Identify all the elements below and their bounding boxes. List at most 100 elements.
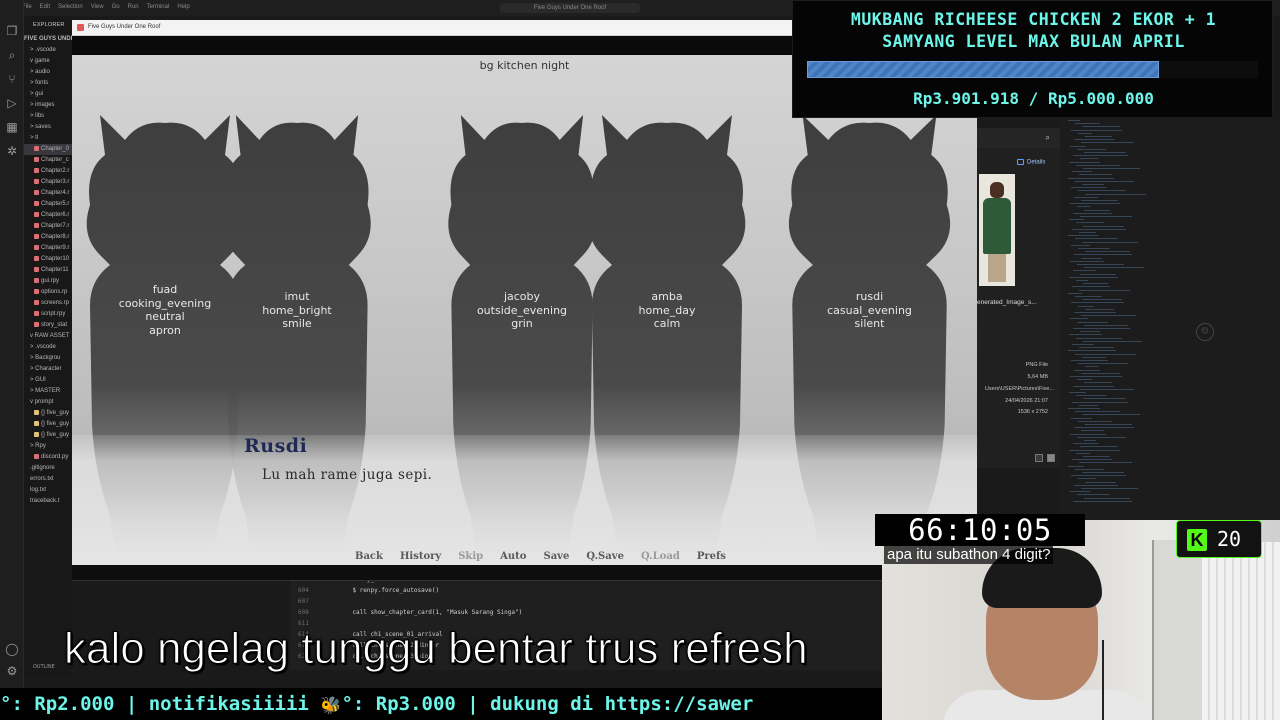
character-label-line: smile [282, 317, 312, 330]
quick-menu-auto[interactable]: Auto [500, 551, 526, 562]
code-minimap[interactable] [1060, 120, 1280, 520]
minimap-line [1084, 382, 1112, 384]
minimap-line [1078, 363, 1128, 365]
file-tree-item[interactable]: > Backgrou [24, 353, 72, 364]
file-tree-item[interactable]: Chapter7.r [24, 221, 72, 232]
quick-menu-qsave[interactable]: Q.Save [586, 551, 624, 562]
file-tree-item[interactable]: {} five_guy [24, 430, 72, 441]
file-tree-item[interactable]: .gitignore [24, 463, 72, 474]
minimap-line [1073, 328, 1130, 329]
file-tree-item[interactable]: > tl [24, 133, 72, 144]
file-tree-item[interactable]: Chapter4.r [24, 188, 72, 199]
file-tree-item[interactable]: > .vscode [24, 45, 72, 56]
menu-item-go[interactable]: Go [112, 4, 120, 10]
file-tree-item[interactable]: > MASTER [24, 386, 72, 397]
file-tree-item[interactable]: discord.py [24, 452, 72, 463]
menu-item-help[interactable]: Help [177, 4, 189, 10]
game-scene[interactable]: bg kitchen night fuad cooking_evening neut… [72, 55, 977, 565]
account-icon[interactable]: ◯ [5, 642, 19, 656]
image-thumbnail[interactable] [979, 174, 1015, 286]
file-tree-label: screens.rp [41, 300, 70, 306]
menu-item-view[interactable]: View [91, 4, 104, 10]
file-type-icon [34, 431, 39, 437]
file-tree-item[interactable]: Chapter2.r [24, 166, 72, 177]
view-mode-button-active[interactable] [1047, 454, 1055, 462]
file-tree-label: > saves [30, 124, 51, 130]
file-tree-item[interactable]: errors.txt [24, 474, 72, 485]
minimap-line [1081, 430, 1104, 432]
file-tree-item[interactable]: Chapter8.r [24, 232, 72, 243]
menu-item-edit[interactable]: Edit [40, 4, 50, 10]
file-tree-item[interactable]: > GUI [24, 375, 72, 386]
character-label-line: grin [511, 317, 533, 330]
file-tree-item[interactable]: traceback.t [24, 496, 72, 507]
file-tree-item[interactable]: Chapter11 [24, 265, 72, 276]
minimap-line [1076, 395, 1106, 397]
file-tree-item[interactable]: > libs [24, 111, 72, 122]
file-tree-item[interactable]: v game [24, 56, 72, 67]
file-tree-item[interactable]: FIVE GUYS UNDE [24, 34, 72, 45]
file-tree-item[interactable]: Chapter_0 [24, 144, 72, 155]
goal-title-line1: MUKBANG RICHEESE CHICKEN 2 EKOR + 1 [850, 10, 1217, 29]
file-tree-item[interactable]: options.rp [24, 287, 72, 298]
file-type-icon [34, 420, 39, 426]
file-tree-label: Chapter10 [41, 256, 70, 262]
file-tree-item[interactable]: > .vscode [24, 342, 72, 353]
file-tree-item[interactable]: > gui [24, 89, 72, 100]
file-tree-item[interactable]: v RAW ASSET [24, 331, 72, 342]
quick-menu-qload[interactable]: Q.Load [641, 551, 680, 562]
file-tree-item[interactable]: log.txt [24, 485, 72, 496]
file-tree-item[interactable]: > images [24, 100, 72, 111]
game-window-titlebar[interactable]: Five Guys Under One Roof [72, 20, 792, 36]
minimap-line [1081, 257, 1102, 259]
file-tree-item[interactable]: story_stat [24, 320, 72, 331]
details-toggle[interactable]: Details [1017, 159, 1045, 166]
manage-gear-icon[interactable]: ⚙ [5, 664, 19, 678]
minimap-line [1077, 148, 1106, 150]
file-tree-item[interactable]: Chapter_c [24, 155, 72, 166]
quick-menu-back[interactable]: Back [355, 551, 383, 562]
dialogue-box[interactable]: Rusdi Lu mah rame juga sepi. [72, 435, 977, 565]
file-tree-item[interactable]: > audio [24, 67, 72, 78]
extensions-icon[interactable]: ▦ [5, 120, 19, 134]
file-tree-item[interactable]: gui.rpy [24, 276, 72, 287]
file-tree-label: gui.rpy [41, 278, 60, 284]
search-icon[interactable]: ⌕ [1046, 133, 1050, 143]
file-tree-item[interactable]: script.rpy [24, 309, 72, 320]
file-tree-item[interactable]: screens.rp [24, 298, 72, 309]
code-line[interactable]: $ renpy.force_autosave() [338, 587, 439, 594]
quick-menu-prefs[interactable]: Prefs [697, 551, 726, 562]
file-tree-item[interactable]: v prompt [24, 397, 72, 408]
files-icon[interactable]: ❐ [5, 24, 19, 38]
menu-item-run[interactable]: Run [128, 4, 139, 10]
quick-menu-save[interactable]: Save [543, 551, 569, 562]
file-tree-item[interactable]: Chapter3.r [24, 177, 72, 188]
run-debug-icon[interactable]: ▷ [5, 96, 19, 110]
file-tree-item[interactable]: Chapter9.r [24, 243, 72, 254]
file-tree-item[interactable]: > Rpy [24, 441, 72, 452]
file-tree-item[interactable]: Chapter6.r [24, 210, 72, 221]
vscode-command-search[interactable]: Five Guys Under One Roof [500, 3, 640, 13]
file-type-icon [34, 200, 39, 206]
source-control-icon[interactable]: ⑂ [5, 72, 19, 86]
quick-menu-history[interactable]: History [400, 551, 441, 562]
minimap-line [1078, 478, 1096, 480]
file-tree-item[interactable]: {} five_guy [24, 419, 72, 430]
minimap-line [1069, 219, 1084, 221]
file-tree-item[interactable]: {} five_guy [24, 408, 72, 419]
quick-menu-skip[interactable]: Skip [458, 551, 483, 562]
minimap-line [1083, 340, 1142, 342]
menu-item-terminal[interactable]: Terminal [147, 4, 170, 10]
file-tree-item[interactable]: > fonts [24, 78, 72, 89]
view-mode-button[interactable] [1035, 454, 1043, 462]
minimap-line [1085, 251, 1130, 253]
file-tree-item[interactable]: Chapter10 [24, 254, 72, 265]
menu-item-selection[interactable]: Selection [58, 4, 83, 10]
file-tree-item[interactable]: Chapter5.r [24, 199, 72, 210]
search-icon[interactable]: ⌕ [5, 48, 19, 62]
file-path: Users\USER\Pictures\Five... [984, 386, 1054, 392]
settings-gear-icon[interactable]: ✲ [5, 144, 19, 158]
file-tree-item[interactable]: > Character [24, 364, 72, 375]
file-tree-item[interactable]: > saves [24, 122, 72, 133]
code-line[interactable]: call show_chapter_card(1, "Masuk Sarang … [338, 609, 522, 616]
